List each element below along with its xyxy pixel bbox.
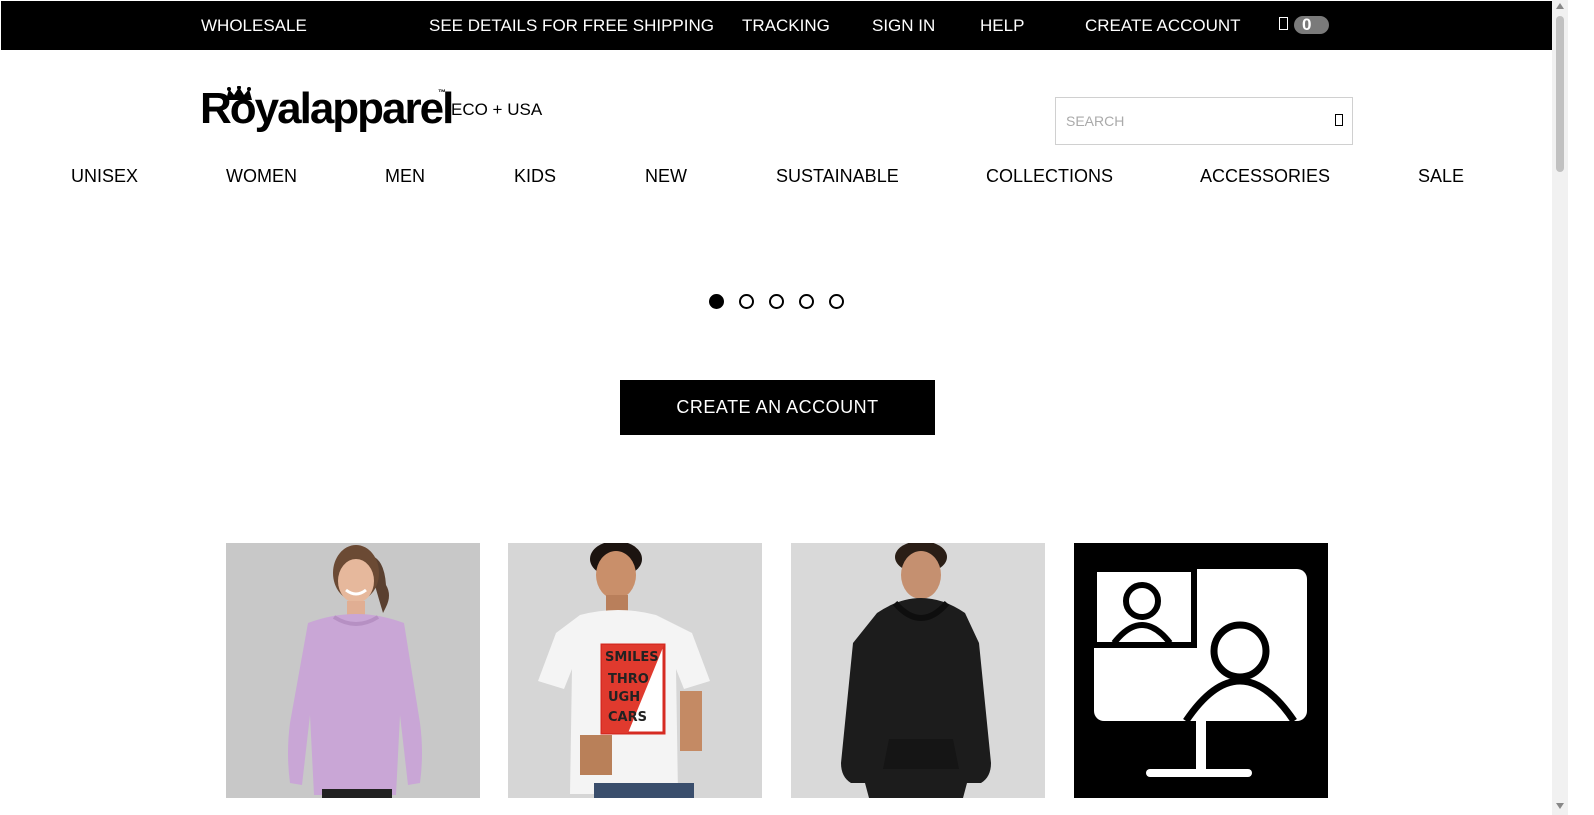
carousel-dot[interactable] <box>799 294 814 309</box>
search-box[interactable] <box>1055 97 1353 145</box>
scrollbar-thumb[interactable] <box>1556 16 1564 172</box>
nav-item-unisex[interactable]: UNISEX <box>71 166 138 187</box>
cart-icon[interactable] <box>1279 17 1288 30</box>
search-icon[interactable] <box>1335 114 1343 126</box>
crown-icon <box>226 86 252 100</box>
nav-item-men[interactable]: MEN <box>385 166 425 187</box>
free-shipping-link[interactable]: SEE DETAILS FOR FREE SHIPPING <box>429 16 714 36</box>
man-graphic-tee-image: SMILES THRO UGH CARS <box>508 543 762 798</box>
tee-graphic-text: UGH <box>608 690 640 705</box>
top-bar: WHOLESALE SEE DETAILS FOR FREE SHIPPING … <box>1 1 1552 50</box>
nav-item-accessories[interactable]: ACCESSORIES <box>1200 166 1330 187</box>
search-input[interactable] <box>1056 98 1316 144</box>
tee-graphic-text: CARS <box>608 710 647 725</box>
site-logo[interactable]: Royalapparel <box>200 84 454 136</box>
product-tile[interactable] <box>1074 543 1328 798</box>
create-account-link[interactable]: CREATE ACCOUNT <box>1085 16 1241 36</box>
carousel-dot[interactable] <box>769 294 784 309</box>
woman-sweatshirt-image <box>226 543 480 798</box>
product-tile[interactable] <box>226 543 480 798</box>
tee-graphic-text: THRO <box>608 672 649 687</box>
man-hoodie-image <box>791 543 1045 798</box>
carousel-dot[interactable] <box>739 294 754 309</box>
create-an-account-button[interactable]: CREATE AN ACCOUNT <box>620 380 935 435</box>
product-tile[interactable]: SMILES THRO UGH CARS <box>508 543 762 798</box>
wholesale-link[interactable]: WHOLESALE <box>201 16 307 36</box>
scroll-down-arrow-icon[interactable] <box>1556 803 1564 809</box>
nav-item-kids[interactable]: KIDS <box>514 166 556 187</box>
sign-in-link[interactable]: SIGN IN <box>872 16 935 36</box>
help-link[interactable]: HELP <box>980 16 1024 36</box>
main-nav: UNISEX WOMEN MEN KIDS NEW SUSTAINABLE CO… <box>0 166 1552 188</box>
page-scrollbar[interactable] <box>1552 0 1568 815</box>
tee-graphic-text: SMILES <box>605 650 659 665</box>
nav-item-sale[interactable]: SALE <box>1418 166 1464 187</box>
cart-count-badge[interactable]: 0 <box>1294 16 1329 34</box>
nav-item-women[interactable]: WOMEN <box>226 166 297 187</box>
carousel-dot[interactable] <box>829 294 844 309</box>
video-call-icon <box>1074 543 1328 798</box>
nav-item-sustainable[interactable]: SUSTAINABLE <box>776 166 899 187</box>
product-tile[interactable] <box>791 543 1045 798</box>
nav-item-collections[interactable]: COLLECTIONS <box>986 166 1113 187</box>
brand-tagline: ECO + USA <box>451 100 543 119</box>
tracking-link[interactable]: TRACKING <box>742 16 830 36</box>
carousel-dot[interactable] <box>709 294 724 309</box>
scroll-up-arrow-icon[interactable] <box>1556 3 1564 9</box>
nav-item-new[interactable]: NEW <box>645 166 687 187</box>
trademark-symbol: ™ <box>438 88 446 97</box>
